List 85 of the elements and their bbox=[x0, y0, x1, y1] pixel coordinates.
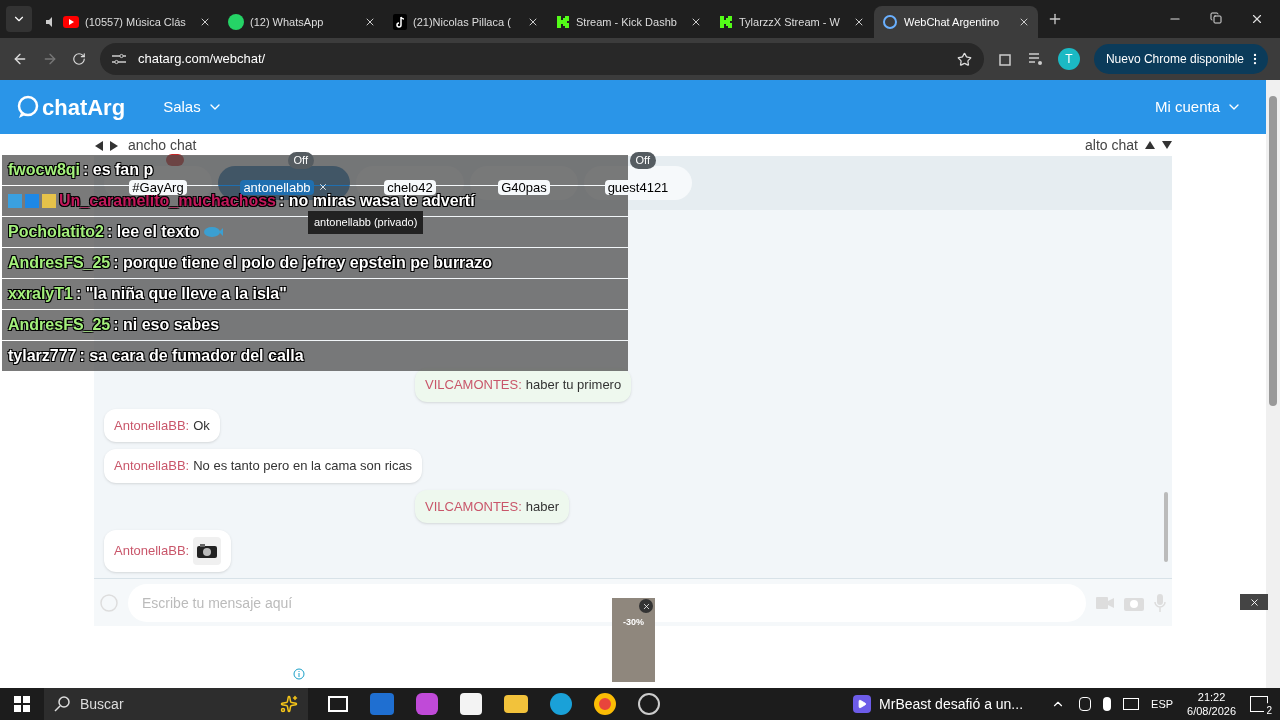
up-arrow-icon[interactable] bbox=[1144, 139, 1155, 151]
author-name: VILCAMONTES: bbox=[425, 376, 522, 394]
search-icon bbox=[54, 696, 70, 712]
tab-title: (12) WhatsApp bbox=[250, 14, 325, 30]
browser-tab[interactable]: WebChat Argentino bbox=[874, 6, 1038, 38]
task-view-icon[interactable] bbox=[328, 696, 348, 712]
author-name: AntonellaBB: bbox=[114, 457, 190, 475]
browser-tab[interactable]: (12) WhatsApp bbox=[220, 6, 384, 38]
chat-message: : no miras wasa te advertí bbox=[279, 192, 475, 211]
chat-message: : sa cara de fumador del calla bbox=[79, 346, 304, 366]
username: AndresFS_25 bbox=[8, 315, 111, 335]
chat-message: : porque tiene el polo de jefrey epstein pe burrazo bbox=[113, 253, 492, 273]
username: fwocw8qi bbox=[8, 160, 80, 180]
chat-message: : ni eso sabes bbox=[113, 315, 220, 335]
play-icon[interactable] bbox=[853, 695, 872, 713]
height-label: alto chat bbox=[1085, 135, 1138, 155]
k-logo-icon bbox=[719, 15, 733, 29]
windows-logo-icon[interactable] bbox=[14, 696, 30, 712]
width-label: ancho chat bbox=[128, 135, 197, 155]
status-badge: Off bbox=[287, 152, 314, 169]
message-text: Ok bbox=[193, 416, 210, 435]
username: AndresFS_25 bbox=[8, 253, 111, 273]
date-text: 6/08/2026 bbox=[1187, 704, 1236, 718]
new-tab-icon[interactable] bbox=[1047, 11, 1063, 27]
username: Pocholatito2 bbox=[8, 222, 104, 242]
ad-photo-placeholder[interactable]: -30% bbox=[612, 598, 655, 682]
search-field[interactable]: Buscar bbox=[44, 688, 308, 720]
status-badge: Off bbox=[629, 152, 656, 169]
browser-tab[interactable]: (10557) Música Clás bbox=[37, 6, 219, 38]
browser-tab[interactable]: (21)Nicolas Pillaca ( bbox=[385, 6, 547, 38]
star-icon[interactable] bbox=[956, 51, 972, 67]
message-text: haber tu primero bbox=[525, 376, 622, 394]
fish-icon bbox=[202, 225, 223, 239]
news-text[interactable]: MrBeast desafió a un... bbox=[879, 693, 1024, 715]
note-icon bbox=[393, 14, 407, 30]
scrollbar-thumb[interactable] bbox=[1164, 492, 1168, 562]
close-icon[interactable] bbox=[853, 16, 865, 28]
logo-text: chatArg bbox=[42, 93, 126, 122]
tab-title: (10557) Música Clás bbox=[85, 14, 187, 30]
chat-message: : lee el texto bbox=[107, 222, 200, 242]
site-settings-icon bbox=[112, 53, 126, 65]
message-text: No es tanto pero en la cama son ricas bbox=[193, 457, 413, 475]
tab-title: (21)Nicolas Pillaca ( bbox=[413, 14, 512, 30]
tab-title: Stream - Kick Dashb bbox=[576, 14, 678, 30]
right-arrow-icon[interactable] bbox=[109, 139, 120, 151]
search-text: Buscar bbox=[80, 694, 125, 714]
close-icon[interactable] bbox=[317, 182, 328, 192]
chat-message: : "la niña que lleve a la isla" bbox=[75, 284, 287, 304]
url-text: chatarg.com/webchat/ bbox=[138, 50, 267, 69]
chat-message: : es fan p bbox=[83, 160, 154, 180]
browser-tab[interactable]: TylarzzX Stream - W bbox=[711, 6, 873, 38]
left-arrow-icon[interactable] bbox=[94, 139, 105, 151]
tab-title: WebChat Argentino bbox=[904, 14, 1001, 30]
language-text[interactable]: ESP bbox=[1151, 695, 1174, 713]
sparkle-icon bbox=[280, 695, 298, 713]
username: xxralyT1 bbox=[8, 284, 73, 304]
time-text: 21:22 bbox=[1197, 690, 1226, 704]
close-icon[interactable] bbox=[1018, 16, 1030, 28]
address-field[interactable]: chatarg.com/webchat/ bbox=[100, 43, 984, 75]
author-name: VILCAMONTES: bbox=[425, 497, 522, 516]
author-name: AntonellaBB: bbox=[114, 416, 190, 435]
video-icon bbox=[63, 16, 79, 28]
down-arrow-icon[interactable] bbox=[1161, 139, 1172, 151]
username: tylarz777 bbox=[8, 346, 77, 366]
tooltip: antonellabb (privado) bbox=[308, 211, 424, 234]
reload-icon[interactable] bbox=[72, 52, 86, 66]
close-icon[interactable] bbox=[690, 16, 702, 28]
restore-icon[interactable] bbox=[1210, 12, 1222, 24]
tab-list-button[interactable] bbox=[6, 6, 32, 32]
close-icon[interactable] bbox=[1248, 596, 1260, 608]
media-icon[interactable] bbox=[1027, 52, 1044, 66]
close-icon[interactable] bbox=[364, 16, 376, 28]
close-icon[interactable] bbox=[1250, 12, 1264, 26]
close-icon[interactable] bbox=[527, 16, 539, 28]
tab-title: TylarzzX Stream - W bbox=[739, 14, 841, 30]
clock[interactable]: 21:22 6/08/2026 bbox=[1187, 690, 1236, 718]
badges-icon bbox=[8, 193, 56, 209]
close-icon[interactable] bbox=[199, 16, 211, 28]
back-icon[interactable] bbox=[12, 51, 28, 67]
update-button[interactable]: Nuevo Chrome disponible bbox=[1093, 44, 1268, 74]
close-icon[interactable] bbox=[641, 601, 651, 611]
message-text: haber bbox=[525, 497, 560, 516]
browser-tab[interactable]: Stream - Kick Dashb bbox=[548, 6, 710, 38]
author-name: AntonellaBB: bbox=[114, 542, 190, 561]
k-logo-icon bbox=[556, 15, 570, 29]
